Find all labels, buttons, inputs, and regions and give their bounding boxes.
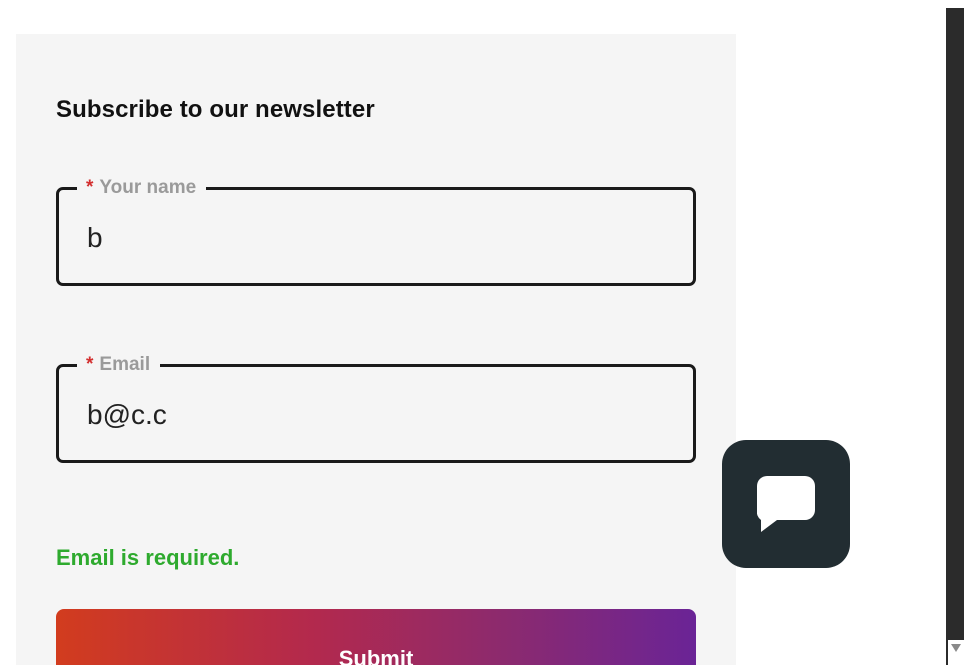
name-field-label: * Your name <box>77 175 207 201</box>
name-label-text: Your name <box>99 177 197 198</box>
submit-button[interactable]: Submit <box>56 609 696 665</box>
required-marker: * <box>86 354 94 375</box>
email-label-text: Email <box>99 354 151 375</box>
scrollbar[interactable] <box>946 8 964 665</box>
name-field[interactable]: * Your name <box>56 175 696 286</box>
scroll-down-arrow[interactable] <box>948 640 964 665</box>
required-marker: * <box>86 177 94 198</box>
chevron-down-icon <box>951 644 961 652</box>
email-field[interactable]: * Email <box>56 352 696 463</box>
chat-bubble-icon <box>757 476 815 532</box>
email-field-label: * Email <box>77 352 161 378</box>
newsletter-title: Subscribe to our newsletter <box>56 96 375 123</box>
email-input[interactable] <box>87 395 667 435</box>
email-error-message: Email is required. <box>56 545 240 570</box>
chat-widget-button[interactable] <box>722 440 850 568</box>
page: Subscribe to our newsletter *Your name *… <box>0 0 964 665</box>
newsletter-card: Subscribe to our newsletter *Your name *… <box>16 34 736 665</box>
name-input[interactable] <box>87 218 667 258</box>
